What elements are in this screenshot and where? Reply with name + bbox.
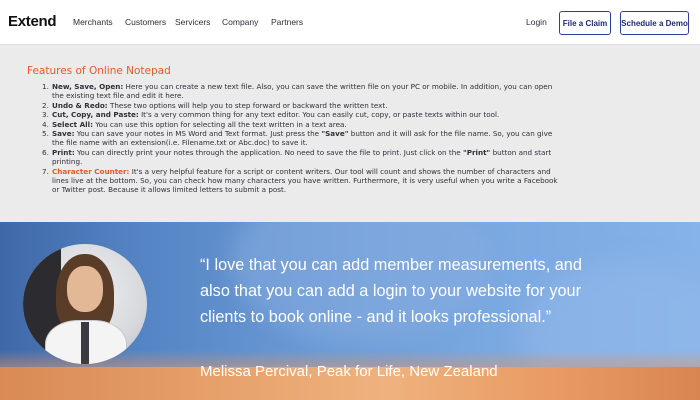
- list-number: 7.: [42, 166, 49, 176]
- feature-title: Cut, Copy, and Paste:: [52, 110, 139, 120]
- list-number: 3.: [42, 110, 49, 120]
- feature-text: It's a very helpful feature for a script…: [129, 166, 551, 176]
- feature-text: or Twitter post. Because it allows limit…: [52, 185, 287, 195]
- testimonial-section: “I love that you can add member measurem…: [0, 222, 700, 400]
- list-item: 5. Save: You can save your notes in MS Wo…: [42, 129, 682, 148]
- login-link[interactable]: Login: [526, 17, 547, 27]
- testimonial-quote: “I love that you can add member measurem…: [200, 252, 670, 330]
- nav-link-company[interactable]: Company: [222, 17, 258, 27]
- feature-text: Here you can create a new text file. Als…: [123, 82, 553, 91]
- list-item: 3. Cut, Copy, and Paste: It's a very comm…: [42, 110, 682, 119]
- list-number: 1.: [42, 82, 49, 91]
- list-item: 1. New, Save, Open: Here you can create a…: [42, 82, 682, 101]
- feature-text: These two options will help you to step …: [107, 100, 388, 110]
- features-title: Features of Online Notepad: [27, 65, 171, 77]
- extend-logo[interactable]: Extend: [8, 13, 57, 30]
- nav-link-servicers[interactable]: Servicers: [175, 17, 210, 27]
- feature-text: lines live at the bottom. So, you can ch…: [52, 176, 558, 186]
- feature-text: You can save your notes in MS Word and T…: [74, 129, 322, 139]
- testimonial-avatar: [23, 244, 147, 364]
- quote-line: clients to book online - and it looks pr…: [200, 308, 552, 326]
- feature-title: Print:: [52, 147, 75, 157]
- feature-title: New, Save, Open:: [52, 82, 124, 91]
- avatar-face: [67, 266, 103, 312]
- quote-line: “I love that you can add member measurem…: [200, 256, 582, 274]
- feature-title: Select All:: [52, 119, 93, 129]
- feature-text: You can use this option for selecting al…: [92, 119, 347, 129]
- top-navbar: Extend Merchants Customers Servicers Com…: [0, 0, 700, 45]
- feature-text: It's a very common thing for any text ed…: [138, 110, 500, 120]
- feature-title: Save:: [52, 129, 75, 139]
- feature-text: You can directly print your notes throug…: [74, 147, 463, 157]
- features-list: 1. New, Save, Open: Here you can create a…: [42, 82, 682, 195]
- feature-text: printing.: [52, 157, 83, 167]
- schedule-demo-button[interactable]: Schedule a Demo: [620, 11, 689, 35]
- feature-text: the file name with an extension(i.e. Fil…: [52, 138, 308, 148]
- list-number: 4.: [42, 119, 49, 129]
- avatar-zipper: [81, 322, 89, 364]
- feature-text: button and start: [490, 147, 552, 157]
- feature-title: Character Counter:: [52, 166, 130, 176]
- list-item: 2. Undo & Redo: These two options will he…: [42, 101, 682, 110]
- list-item: 4. Select All: You can use this option fo…: [42, 120, 682, 129]
- feature-text: the existing text file and edit it here.: [52, 91, 184, 101]
- nav-link-merchants[interactable]: Merchants: [73, 17, 113, 27]
- nav-link-partners[interactable]: Partners: [271, 17, 303, 27]
- list-item: 7. Character Counter: It's a very helpful…: [42, 167, 682, 195]
- feature-bold-text: "Save": [321, 129, 349, 139]
- nav-link-customers[interactable]: Customers: [125, 17, 166, 27]
- list-number: 2.: [42, 100, 49, 110]
- file-claim-button[interactable]: File a Claim: [559, 11, 611, 35]
- features-section: Features of Online Notepad 1. New, Save, …: [0, 45, 700, 222]
- feature-bold-text: "Print": [462, 147, 491, 157]
- feature-text: button and it will ask for the file name…: [348, 129, 553, 139]
- quote-line: also that you can add a login to your we…: [200, 282, 582, 300]
- list-item: 6. Print: You can directly print your not…: [42, 148, 682, 167]
- list-number: 6.: [42, 147, 49, 157]
- list-number: 5.: [42, 129, 49, 139]
- testimonial-author: Melissa Percival, Peak for Life, New Zea…: [200, 363, 498, 380]
- feature-title: Undo & Redo:: [52, 100, 108, 110]
